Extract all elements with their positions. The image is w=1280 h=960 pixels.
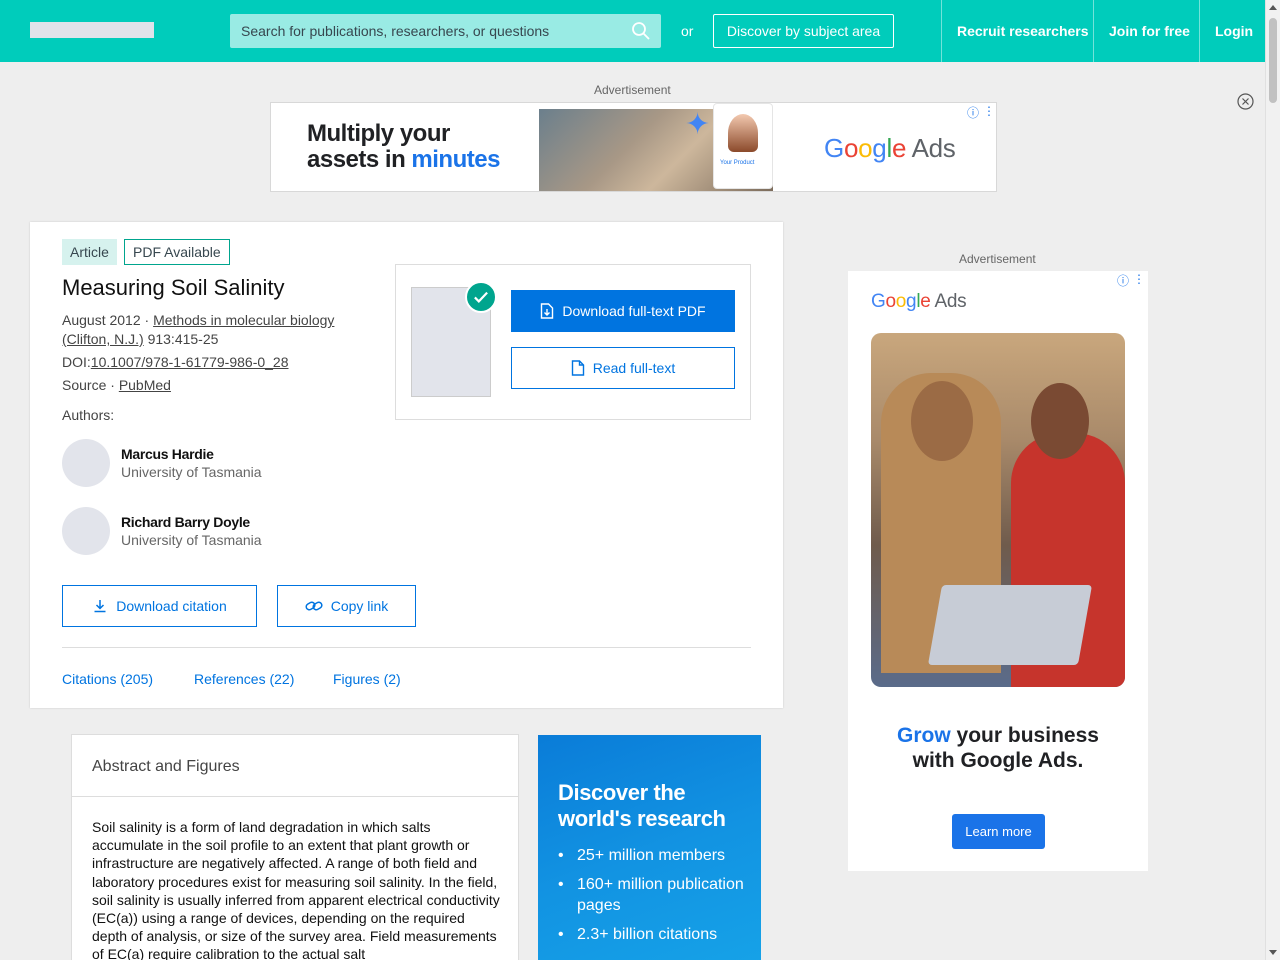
article-type-badge: Article — [62, 239, 117, 265]
ad-product-card: Your Product — [713, 103, 773, 189]
promo-bullet: 2.3+ billion citations — [558, 924, 748, 945]
promo-title: Discover the world's research — [558, 780, 726, 831]
ad-headline-line2: assets in — [307, 146, 412, 173]
download-pdf-label: Download full-text PDF — [562, 303, 706, 319]
login-link[interactable]: Login — [1215, 23, 1253, 39]
document-icon — [571, 360, 584, 376]
google-ads-logo: Google Ads — [871, 291, 967, 312]
download-citation-label: Download citation — [116, 598, 227, 614]
ad-menu-icon[interactable]: ⋮ — [983, 104, 995, 121]
author-institution: University of Tasmania — [121, 532, 262, 548]
divider — [72, 796, 518, 797]
promo-list: 25+ million members 160+ million publica… — [558, 845, 748, 953]
photo-person-head — [911, 381, 973, 461]
ad-info-icon[interactable]: ⓘ — [967, 104, 979, 121]
doi-link[interactable]: 10.1007/978-1-61779-986-0_28 — [91, 354, 289, 370]
tab-citations[interactable]: Citations (205) — [62, 671, 153, 687]
or-label: or — [681, 23, 694, 39]
ad-headline-highlight: minutes — [411, 146, 500, 173]
abstract-heading: Abstract and Figures — [92, 758, 240, 775]
ad-headline-line2: with Google Ads. — [912, 749, 1084, 772]
header-divider — [941, 0, 942, 62]
download-icon — [94, 600, 106, 613]
search-placeholder: Search for publications, researchers, or… — [241, 23, 550, 39]
scroll-thumb[interactable] — [1269, 18, 1277, 103]
avatar[interactable] — [62, 439, 110, 487]
search-icon[interactable] — [631, 21, 651, 41]
scroll-down-arrow-icon[interactable] — [1269, 950, 1277, 955]
sparkle-icon: ✦ — [685, 108, 711, 141]
ad-headline: Multiply your assets in minutes — [307, 121, 500, 173]
google-ads-logo: Google Ads — [824, 133, 956, 163]
divider — [62, 647, 751, 648]
site-logo[interactable] — [30, 22, 154, 38]
doi-label: DOI: — [62, 354, 91, 370]
read-fulltext-label: Read full-text — [592, 360, 676, 376]
search-input[interactable]: Search for publications, researchers, or… — [230, 14, 661, 48]
author-item[interactable]: Richard Barry Doyle University of Tasman… — [62, 507, 362, 555]
ad-headline: Grow your business with Google Ads. — [848, 723, 1148, 773]
discover-research-promo[interactable]: Discover the world's research 25+ millio… — [538, 735, 761, 960]
source-label: Source · — [62, 377, 119, 393]
author-name[interactable]: Marcus Hardie — [121, 446, 214, 462]
author-institution: University of Tasmania — [121, 464, 262, 480]
advertisement-label: Advertisement — [594, 83, 671, 97]
copy-link-button[interactable]: Copy link — [277, 585, 416, 627]
side-banner-ad[interactable]: Google Ads ⓘ ⋮ Grow your business with G… — [848, 271, 1148, 871]
header-divider — [1093, 0, 1094, 62]
learn-more-button[interactable]: Learn more — [952, 814, 1045, 849]
abstract-card: Abstract and Figures Soil salinity is a … — [71, 734, 519, 960]
publication-header-card: Article PDF Available Measuring Soil Sal… — [30, 222, 783, 708]
download-fulltext-pdf-button[interactable]: Download full-text PDF — [511, 290, 735, 332]
header-divider — [1199, 0, 1200, 62]
authors-label: Authors: — [62, 407, 115, 423]
publication-meta: August 2012 · Methods in molecular biolo… — [62, 312, 335, 347]
tab-figures[interactable]: Figures (2) — [333, 671, 401, 687]
volume-pages: 913:415-25 — [147, 331, 219, 347]
source-row: Source · PubMed — [62, 376, 171, 395]
ad-photo — [871, 333, 1125, 687]
recruit-researchers-link[interactable]: Recruit researchers — [957, 23, 1089, 39]
author-name[interactable]: Richard Barry Doyle — [121, 514, 250, 530]
pdf-download-icon — [541, 303, 554, 319]
discover-by-subject-button[interactable]: Discover by subject area — [713, 14, 894, 48]
top-banner-ad[interactable]: Multiply your assets in minutes ✦ Your P… — [270, 102, 997, 192]
download-citation-button[interactable]: Download citation — [62, 585, 257, 627]
ad-info-icon[interactable]: ⓘ — [1117, 272, 1129, 289]
join-for-free-link[interactable]: Join for free — [1109, 23, 1190, 39]
abstract-text: Soil salinity is a form of land degradat… — [92, 819, 500, 960]
tab-references[interactable]: References (22) — [194, 671, 294, 687]
promo-bullet: 25+ million members — [558, 845, 748, 866]
ad-product-card-label: Your Product — [720, 160, 755, 166]
link-icon — [305, 601, 323, 611]
read-fulltext-button[interactable]: Read full-text — [511, 347, 735, 389]
ad-choices[interactable]: ⓘ ⋮ — [1117, 272, 1145, 289]
ad-menu-icon[interactable]: ⋮ — [1133, 272, 1145, 289]
pdf-available-badge: PDF Available — [124, 239, 230, 265]
promo-bullet: 160+ million publication pages — [558, 874, 748, 916]
publication-date: August 2012 — [62, 312, 141, 328]
checkmark-icon — [465, 281, 497, 313]
ad-headline-line1: Multiply your — [307, 120, 450, 147]
scroll-up-arrow-icon[interactable] — [1269, 5, 1277, 10]
dessert-image — [728, 114, 758, 152]
fulltext-box: Download full-text PDF Read full-text — [395, 264, 751, 420]
source-link[interactable]: PubMed — [119, 377, 171, 393]
photo-laptop — [927, 585, 1093, 665]
close-ad-icon[interactable] — [1237, 93, 1254, 110]
ad-choices[interactable]: ⓘ ⋮ — [967, 104, 995, 121]
photo-person-head — [1031, 383, 1089, 459]
top-navigation-bar: Search for publications, researchers, or… — [0, 0, 1265, 62]
page-title: Measuring Soil Salinity — [62, 275, 285, 300]
ad-headline-line1: your business — [950, 724, 1099, 747]
page-scrollbar[interactable] — [1265, 0, 1280, 960]
author-item[interactable]: Marcus Hardie University of Tasmania — [62, 439, 362, 487]
avatar[interactable] — [62, 507, 110, 555]
doi-row: DOI:10.1007/978-1-61779-986-0_28 — [62, 353, 289, 372]
advertisement-label: Advertisement — [959, 252, 1036, 266]
ad-headline-highlight: Grow — [897, 724, 951, 747]
copy-link-label: Copy link — [330, 598, 389, 614]
